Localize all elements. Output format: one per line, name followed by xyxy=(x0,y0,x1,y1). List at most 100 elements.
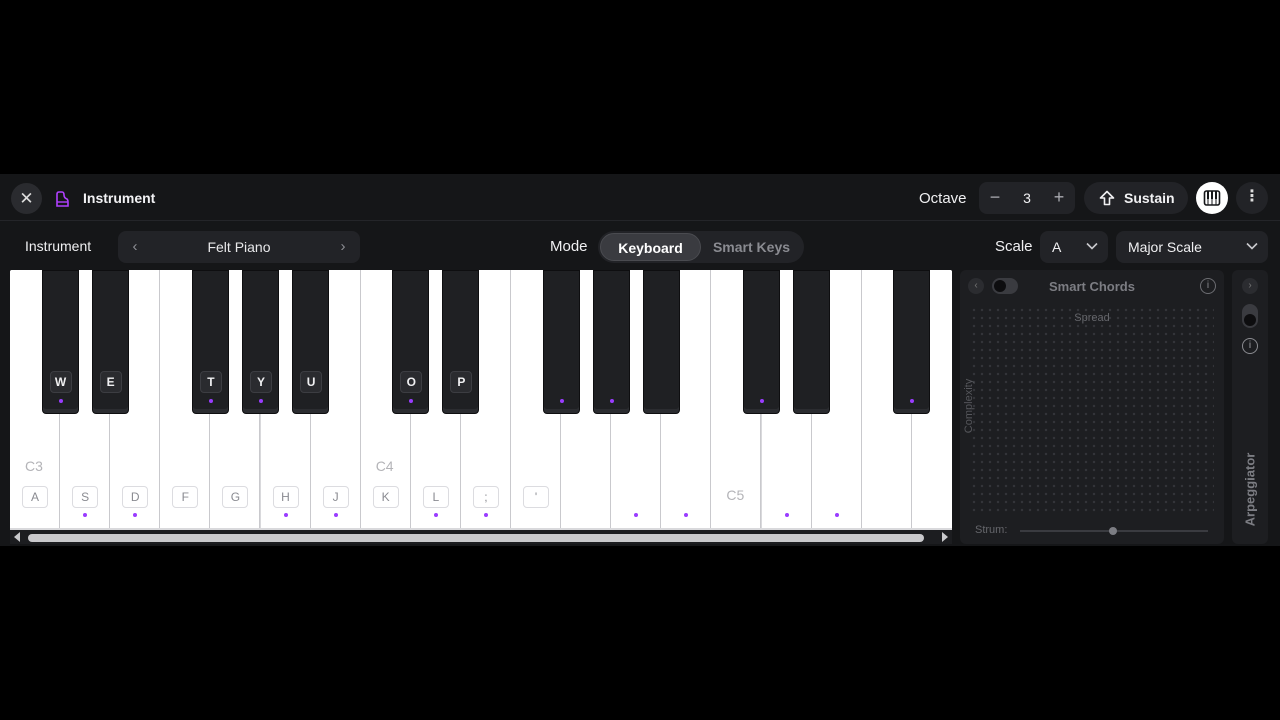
shift-arrow-icon xyxy=(1099,190,1115,206)
smart-chords-title: Smart Chords xyxy=(1049,279,1135,294)
black-key[interactable]: P xyxy=(442,270,480,414)
scale-label: Scale xyxy=(995,238,1033,255)
key-shortcut-label: F xyxy=(172,486,199,508)
arpeggiator-toggle[interactable] xyxy=(1242,304,1258,328)
black-key[interactable]: U xyxy=(292,270,330,414)
key-shortcut-label: U xyxy=(300,371,323,393)
sustain-label: Sustain xyxy=(1124,190,1175,206)
scale-note-dot xyxy=(910,399,915,403)
black-key[interactable] xyxy=(592,270,630,414)
scroll-left-arrow[interactable] xyxy=(14,532,20,542)
key-shortcut-label: ' xyxy=(523,486,549,508)
scale-note-dot xyxy=(208,399,213,403)
instrument-name: Felt Piano xyxy=(207,239,271,255)
key-shortcut-label: P xyxy=(450,371,473,393)
key-shortcut-label: S xyxy=(72,486,99,508)
black-key[interactable] xyxy=(793,270,831,414)
black-key[interactable] xyxy=(893,270,931,414)
black-key[interactable] xyxy=(642,270,680,414)
key-shortcut-label: A xyxy=(22,486,48,508)
app-title: Instrument xyxy=(83,190,156,206)
complexity-axis-label: Complexity xyxy=(963,378,976,434)
keyboard-view-button[interactable] xyxy=(1196,182,1228,214)
scale-note-dot xyxy=(409,399,414,403)
scale-note-dot xyxy=(760,399,764,403)
scale-note-dot xyxy=(609,399,614,403)
scale-note-dot xyxy=(259,399,263,403)
scale-key-value: A xyxy=(1052,239,1062,255)
scale-note-dot xyxy=(784,513,789,517)
spread-axis-label: Spread xyxy=(1074,312,1110,324)
instrument-app: ✕ Instrument Octave − 3 + Sustain ⋮ Inst… xyxy=(0,174,1280,546)
key-shortcut-label: D xyxy=(122,486,149,508)
chevron-right-icon[interactable]: › xyxy=(1242,278,1258,294)
key-shortcut-label: J xyxy=(322,486,349,508)
chevron-down-icon xyxy=(1086,242,1098,250)
scale-key-dropdown[interactable]: A xyxy=(1040,231,1108,263)
scale-note-dot xyxy=(283,513,288,517)
sustain-button[interactable]: Sustain xyxy=(1084,182,1188,214)
black-key[interactable]: O xyxy=(392,270,430,414)
controls-row: Instrument ‹ Felt Piano › Mode Keyboard … xyxy=(0,222,1280,269)
black-key[interactable] xyxy=(743,270,780,414)
mode-smart-keys-tab[interactable]: Smart Keys xyxy=(701,233,802,261)
black-key[interactable] xyxy=(542,270,580,414)
smart-chords-panel: ‹ Smart Chords i Spread Complexity Strum… xyxy=(960,270,1224,544)
scale-note-dot xyxy=(58,399,63,403)
black-key[interactable]: Y xyxy=(242,270,279,414)
mode-keyboard-tab[interactable]: Keyboard xyxy=(600,233,701,261)
octave-increase-button[interactable]: + xyxy=(1043,182,1075,214)
key-shortcut-label: E xyxy=(99,371,122,393)
strum-slider[interactable] xyxy=(1020,527,1208,535)
scroll-right-arrow[interactable] xyxy=(942,532,948,542)
chord-pad-grid[interactable] xyxy=(970,306,1214,514)
chevron-down-icon xyxy=(1246,242,1258,250)
scale-note-dot xyxy=(333,513,338,517)
key-shortcut-label: K xyxy=(372,486,399,508)
piano-keyboard: A S D F G H J K L; ' C3 C4 C5 W E T Y U O P xyxy=(10,270,952,532)
key-shortcut-label: T xyxy=(199,371,222,393)
scale-type-dropdown[interactable]: Major Scale xyxy=(1116,231,1268,263)
close-button[interactable]: ✕ xyxy=(11,183,42,214)
scale-note-dot xyxy=(433,513,438,517)
octave-stepper: − 3 + xyxy=(979,182,1075,214)
more-options-button[interactable]: ⋮ xyxy=(1236,182,1268,214)
info-icon[interactable]: i xyxy=(1242,338,1258,354)
key-shortcut-label: L xyxy=(422,486,449,508)
octave-decrease-button[interactable]: − xyxy=(979,182,1011,214)
octave-note-label: C4 xyxy=(375,458,394,474)
black-key[interactable]: W xyxy=(41,270,79,414)
arpeggiator-label: Arpeggiator xyxy=(1242,452,1258,527)
octave-note-label: C3 xyxy=(25,458,43,474)
key-shortcut-label: H xyxy=(272,486,299,508)
keyboard-scrollbar[interactable] xyxy=(10,530,952,544)
piano-icon xyxy=(56,191,69,207)
scale-type-value: Major Scale xyxy=(1128,239,1202,255)
octave-value: 3 xyxy=(1023,190,1031,206)
key-shortcut-label: W xyxy=(49,371,72,393)
scale-note-dot xyxy=(834,513,839,517)
mode-segmented-control: Keyboard Smart Keys xyxy=(598,231,804,263)
key-shortcut-label: O xyxy=(400,371,423,393)
top-bar: ✕ Instrument Octave − 3 + Sustain ⋮ xyxy=(0,174,1280,221)
key-shortcut-label: ; xyxy=(472,486,499,508)
octave-note-label: C5 xyxy=(726,487,745,503)
scale-note-dot xyxy=(559,399,564,403)
key-shortcut-label: G xyxy=(222,486,249,508)
instrument-next-button[interactable]: › xyxy=(328,231,358,263)
strum-slider-handle[interactable] xyxy=(1109,527,1117,535)
octave-label: Octave xyxy=(919,190,967,207)
info-icon[interactable]: i xyxy=(1200,278,1216,294)
mode-label: Mode xyxy=(550,238,588,255)
black-key[interactable]: T xyxy=(191,270,229,414)
instrument-label: Instrument xyxy=(25,238,92,254)
black-key[interactable]: E xyxy=(91,270,129,414)
keyboard-icon xyxy=(1203,190,1221,206)
scrollbar-thumb[interactable] xyxy=(28,534,924,542)
scale-note-dot xyxy=(483,513,488,517)
instrument-selector: ‹ Felt Piano › xyxy=(118,231,360,263)
arpeggiator-panel: › i Arpeggiator xyxy=(1232,270,1268,544)
strum-label: Strum: xyxy=(975,524,1008,536)
more-vertical-icon: ⋮ xyxy=(1244,188,1260,205)
toggle-knob xyxy=(1244,314,1256,326)
